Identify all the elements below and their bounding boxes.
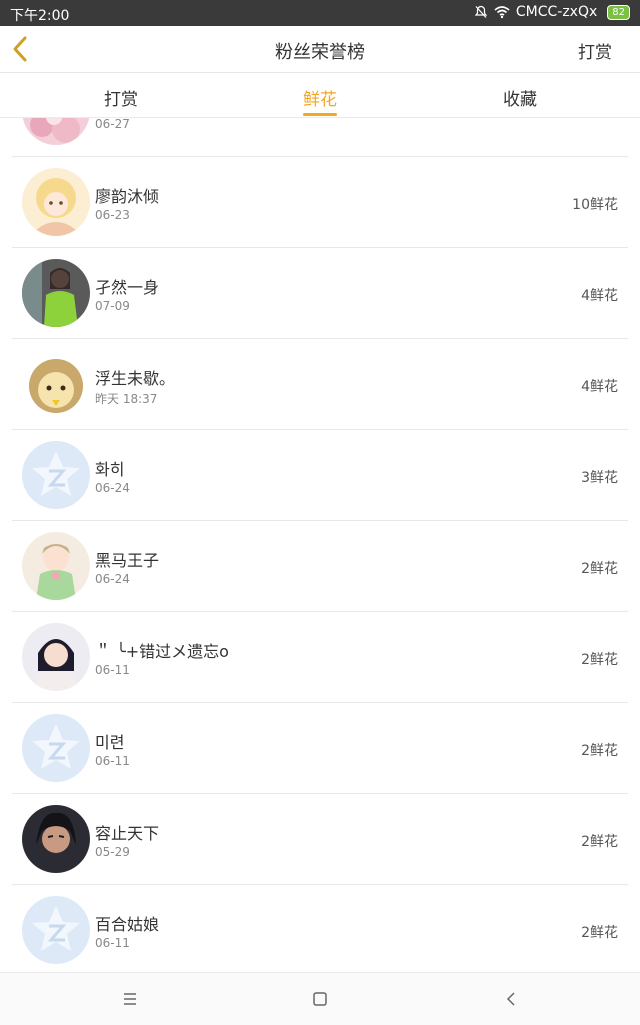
flower-count: 10鲜花 bbox=[572, 197, 618, 213]
list-item[interactable]: 廖韵沐倾 06-23 10鲜花 bbox=[12, 157, 628, 248]
list-item[interactable]: ＂ ╰+错过メ遗忘o 06-11 2鲜花 bbox=[12, 612, 628, 703]
anime-girl-avatar bbox=[22, 168, 90, 236]
green-girl-avatar bbox=[22, 259, 90, 327]
fan-list: 06-27 廖韵沐倾 06-23 10鲜花 孑然一身 07-09 4鲜花 浮生未… bbox=[0, 118, 640, 972]
tab-reward[interactable]: 打赏 bbox=[81, 85, 161, 110]
list-item[interactable]: 06-27 bbox=[12, 118, 628, 157]
date-label: 06-11 bbox=[95, 936, 130, 950]
list-item[interactable]: 미련 06-11 2鲜花 bbox=[12, 703, 628, 794]
system-nav-bar bbox=[0, 972, 640, 1025]
date-label: 05-29 bbox=[95, 845, 130, 859]
carrier-name: CMCC-zxQx bbox=[515, 4, 598, 20]
active-tab-indicator bbox=[303, 113, 337, 116]
user-name: 화히 bbox=[95, 460, 125, 479]
home-icon[interactable] bbox=[308, 987, 332, 1011]
page-title: 粉丝荣誉榜 bbox=[275, 42, 365, 63]
date-label: 06-27 bbox=[95, 118, 130, 131]
warrior-avatar bbox=[22, 805, 90, 873]
battery-indicator: 82 bbox=[607, 4, 630, 20]
list-item[interactable]: 容止天下 05-29 2鲜花 bbox=[12, 794, 628, 885]
tab-flowers[interactable]: 鲜花 bbox=[280, 85, 360, 110]
default-qq-avatar bbox=[22, 714, 90, 782]
list-item[interactable]: 百合姑娘 06-11 2鲜花 bbox=[12, 885, 628, 972]
flower-count: 2鲜花 bbox=[581, 925, 618, 941]
date-label: 06-24 bbox=[95, 572, 130, 586]
list-item[interactable]: 黑马王子 06-24 2鲜花 bbox=[12, 521, 628, 612]
tab-bar: 打赏 鲜花 收藏 bbox=[0, 73, 640, 118]
flower-count: 2鲜花 bbox=[581, 652, 618, 668]
reward-button[interactable]: 打赏 bbox=[578, 38, 612, 63]
bell-mute-icon bbox=[474, 5, 488, 18]
date-label: 06-23 bbox=[95, 208, 130, 222]
date-label: 06-11 bbox=[95, 663, 130, 677]
list-item[interactable]: 孑然一身 07-09 4鲜花 bbox=[12, 248, 628, 339]
tab-favorites[interactable]: 收藏 bbox=[480, 85, 560, 110]
menu-icon[interactable] bbox=[118, 987, 142, 1011]
default-qq-avatar bbox=[22, 896, 90, 964]
user-name: 浮生未歇。 bbox=[95, 369, 176, 388]
flower-count: 2鲜花 bbox=[581, 561, 618, 577]
user-name: 미련 bbox=[95, 733, 125, 752]
status-bar: 下午2:00 CMCC-zxQx 82 bbox=[0, 0, 640, 26]
default-qq-avatar bbox=[22, 441, 90, 509]
user-name: 黑马王子 bbox=[95, 551, 160, 570]
pink-flower-avatar bbox=[22, 118, 90, 145]
status-right: CMCC-zxQx 82 bbox=[474, 4, 630, 20]
flower-count: 2鲜花 bbox=[581, 743, 618, 759]
girl-photo-avatar bbox=[22, 623, 90, 691]
user-name: 容止天下 bbox=[95, 824, 160, 843]
app-header: 粉丝荣誉榜 打赏 bbox=[0, 26, 640, 73]
flower-count: 4鲜花 bbox=[581, 288, 618, 304]
back-icon[interactable] bbox=[500, 987, 524, 1011]
date-label: 昨天 18:37 bbox=[95, 392, 158, 406]
flower-count: 2鲜花 bbox=[581, 834, 618, 850]
flower-count: 4鲜花 bbox=[581, 379, 618, 395]
user-name: 廖韵沐倾 bbox=[95, 187, 160, 206]
user-name: 孑然一身 bbox=[95, 278, 160, 297]
date-label: 06-11 bbox=[95, 754, 130, 768]
user-name: ＂ ╰+错过メ遗忘o bbox=[95, 642, 229, 661]
flower-count: 3鲜花 bbox=[581, 470, 618, 486]
status-time: 下午2:00 bbox=[10, 8, 70, 24]
list-item[interactable]: 화히 06-24 3鲜花 bbox=[12, 430, 628, 521]
date-label: 06-24 bbox=[95, 481, 130, 495]
anime-boy-avatar bbox=[22, 532, 90, 600]
list-item[interactable]: 浮生未歇。 昨天 18:37 4鲜花 bbox=[12, 339, 628, 430]
wifi-icon bbox=[494, 6, 510, 19]
user-name: 百合姑娘 bbox=[95, 915, 160, 934]
date-label: 07-09 bbox=[95, 299, 130, 313]
cartoon-bear-avatar bbox=[22, 350, 90, 418]
